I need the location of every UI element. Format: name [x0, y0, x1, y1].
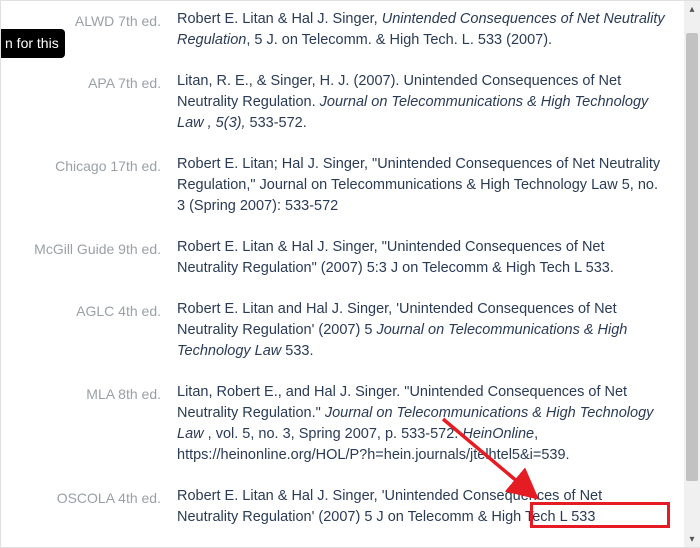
citation-style-label: ALWD 7th ed.	[1, 9, 177, 31]
citation-row: McGill Guide 9th ed.Robert E. Litan & Ha…	[1, 229, 666, 291]
citation-row: Chicago 17th ed.Robert E. Litan; Hal J. …	[1, 146, 666, 229]
citation-row: APA 7th ed.Litan, R. E., & Singer, H. J.…	[1, 63, 666, 146]
citation-list: ALWD 7th ed.Robert E. Litan & Hal J. Sin…	[1, 1, 666, 540]
citation-style-label: OSCOLA 4th ed.	[1, 486, 177, 508]
citation-style-label: Chicago 17th ed.	[1, 154, 177, 176]
citation-segment: 533-572.	[250, 115, 307, 131]
citation-text[interactable]: Robert E. Litan & Hal J. Singer, Uninten…	[177, 9, 666, 51]
citation-row: ALWD 7th ed.Robert E. Litan & Hal J. Sin…	[1, 1, 666, 63]
citation-title-italic: HeinOnline	[462, 426, 534, 442]
citation-style-label: APA 7th ed.	[1, 71, 177, 93]
citation-style-label: MLA 8th ed.	[1, 382, 177, 404]
content-area: ALWD 7th ed.Robert E. Litan & Hal J. Sin…	[1, 1, 684, 547]
scroll-down-arrow-icon[interactable]: ▾	[684, 531, 700, 547]
scroll-up-arrow-icon[interactable]: ▴	[684, 1, 700, 17]
scroll-thumb[interactable]	[686, 33, 698, 481]
citation-text[interactable]: Litan, R. E., & Singer, H. J. (2007). Un…	[177, 71, 666, 134]
citation-style-label: AGLC 4th ed.	[1, 299, 177, 321]
citation-text[interactable]: Robert E. Litan; Hal J. Singer, "Uninten…	[177, 154, 666, 217]
citation-segment: , vol. 5, no. 3, Spring 2007, p. 533-572…	[204, 426, 463, 442]
citation-panel: n for this ALWD 7th ed.Robert E. Litan &…	[0, 0, 700, 548]
citation-text[interactable]: Robert E. Litan and Hal J. Singer, 'Unin…	[177, 299, 666, 362]
citation-text[interactable]: Litan, Robert E., and Hal J. Singer. "Un…	[177, 382, 666, 466]
citation-text[interactable]: Robert E. Litan & Hal J. Singer, "Uninte…	[177, 237, 666, 279]
annotation-highlight-box	[530, 502, 670, 528]
citation-segment: , 5 J. on Telecomm. & High Tech. L. 533 …	[246, 32, 552, 48]
citation-row: AGLC 4th ed.Robert E. Litan and Hal J. S…	[1, 291, 666, 374]
vertical-scrollbar[interactable]: ▴ ▾	[684, 1, 700, 547]
citation-segment: Robert E. Litan; Hal J. Singer, "Uninten…	[177, 156, 660, 214]
citation-segment: Robert E. Litan & Hal J. Singer,	[177, 11, 382, 27]
citation-row: MLA 8th ed.Litan, Robert E., and Hal J. …	[1, 374, 666, 478]
citation-style-label: McGill Guide 9th ed.	[1, 237, 177, 259]
citation-segment: 533.	[281, 343, 313, 359]
export-links: Export to RefWorks | Export RIS file | E…	[1, 540, 666, 548]
citation-segment: Robert E. Litan & Hal J. Singer, "Uninte…	[177, 239, 614, 276]
